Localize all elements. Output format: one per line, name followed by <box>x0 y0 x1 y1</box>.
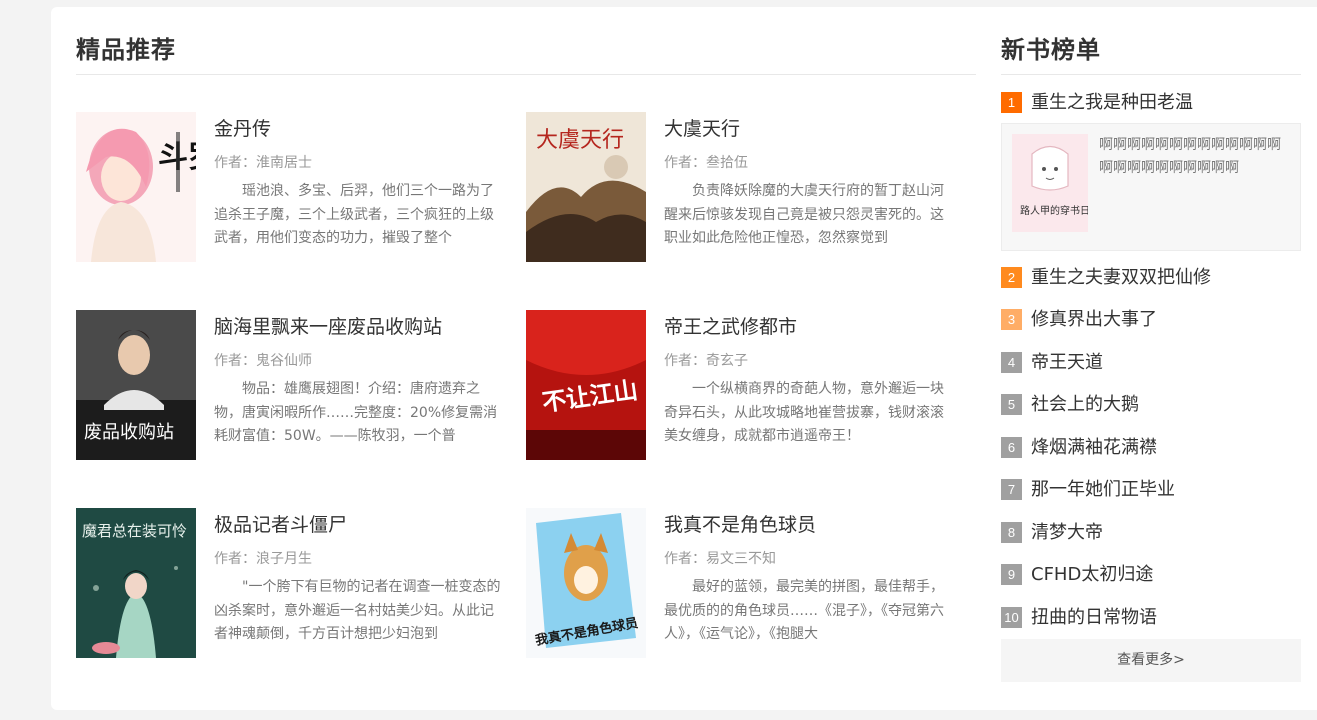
ranking-item[interactable]: 7 那一年她们正毕业 <box>1001 478 1301 502</box>
ranking-item[interactable]: 9 CFHD太初归途 <box>1001 563 1301 587</box>
ranking-item[interactable]: 8 清梦大帝 <box>1001 521 1301 545</box>
ranking-item-title[interactable]: 重生之夫妻双双把仙修 <box>1031 266 1211 290</box>
book-title[interactable]: 极品记者斗僵尸 <box>214 510 347 537</box>
book-author: 作者：鬼谷仙师 <box>214 353 312 369</box>
book-cover[interactable]: 不让江山 <box>526 310 646 460</box>
book-description: 物品：雄鹰展翅图！介绍：唐府遗弃之物，唐寅闲暇所作……完整度：20%修复需消耗财… <box>214 381 498 444</box>
book-title[interactable]: 大虞天行 <box>664 114 740 141</box>
book-author: 作者：浪子月生 <box>214 551 312 567</box>
cover-title-text: 大虞天行 <box>536 128 624 153</box>
book-card[interactable]: 废品收购站 脑海里飘来一座废品收购站 作者：鬼谷仙师 物品：雄鹰展翅图！介绍：唐… <box>76 310 506 460</box>
ranking-item-title[interactable]: 帝王天道 <box>1031 351 1103 375</box>
book-title[interactable]: 脑海里飘来一座废品收购站 <box>214 312 442 339</box>
book-cover[interactable]: 大虞天行 <box>526 112 646 262</box>
ranking-item[interactable]: 6 烽烟满袖花满襟 <box>1001 436 1301 460</box>
book-author: 作者：淮南居士 <box>214 155 312 171</box>
cover-title-text: 废品收购站 <box>84 422 174 443</box>
book-author: 作者：奇玄子 <box>664 353 748 369</box>
book-author: 作者：叁拾伍 <box>664 155 748 171</box>
book-description: 最好的蓝领，最完美的拼图，最佳帮手，最优质的的角色球员……《混子》，《夺冠第六人… <box>664 579 944 642</box>
book-card[interactable]: 不让江山 帝王之武修都市 作者：奇玄子 一个纵横商界的奇葩人物，意外邂逅一块奇异… <box>526 310 956 460</box>
ranking-item-title[interactable]: 修真界出大事了 <box>1031 308 1157 332</box>
book-description: "一个胯下有巨物的记者在调查一桩变态的凶杀案时，意外邂逅一名村姑美少妇。从此记者… <box>214 579 501 642</box>
cover-title-text: 魔君总在装可怜 <box>82 522 187 540</box>
ranking-item[interactable]: 1 重生之我是种田老温 <box>1001 91 1301 115</box>
featured-book-description: 啊啊啊啊啊啊啊啊啊啊啊啊啊啊啊啊啊啊啊啊啊啊啊 <box>1099 137 1281 176</box>
rank-number-badge: 1 <box>1001 92 1022 113</box>
book-card[interactable]: 大虞天行 大虞天行 作者：叁拾伍 负责降妖除魔的大虞天行府的暂丁赵山河醒来后惊骇… <box>526 112 956 262</box>
recommend-title: 精品推荐 <box>76 36 176 64</box>
ranking-item-title[interactable]: 烽烟满袖花满襟 <box>1031 436 1157 460</box>
rank-number-badge: 7 <box>1001 479 1022 500</box>
rank-number-badge: 10 <box>1001 607 1022 628</box>
ranking-item[interactable]: 4 帝王天道 <box>1001 351 1301 375</box>
ranking-item-title[interactable]: 那一年她们正毕业 <box>1031 478 1175 502</box>
view-more-button[interactable]: 查看更多> <box>1001 639 1301 682</box>
ranking-item[interactable]: 2 重生之夫妻双双把仙修 <box>1001 266 1301 290</box>
book-card[interactable]: 我真不是角色球员 我真不是角色球员 作者：易文三不知 最好的蓝领，最完美的拼图，… <box>526 508 956 658</box>
book-title[interactable]: 我真不是角色球员 <box>664 510 816 537</box>
ranking-item-title[interactable]: CFHD太初归途 <box>1031 563 1153 587</box>
book-title[interactable]: 金丹传 <box>214 114 271 141</box>
featured-book-cover[interactable]: 路人甲的穿书日常 <box>1012 134 1088 232</box>
rank-number-badge: 2 <box>1001 267 1022 288</box>
ranking-item[interactable]: 10 扭曲的日常物语 <box>1001 606 1301 630</box>
ranking-title: 新书榜单 <box>1001 36 1101 64</box>
book-title[interactable]: 帝王之武修都市 <box>664 312 797 339</box>
ranking-item-title[interactable]: 重生之我是种田老温 <box>1031 91 1193 115</box>
book-cover[interactable]: 魔君总在装可怜 <box>76 508 196 658</box>
recommend-divider <box>76 74 976 75</box>
ranking-item-title[interactable]: 扭曲的日常物语 <box>1031 606 1157 630</box>
book-cover[interactable]: 废品收购站 <box>76 310 196 460</box>
book-description: 瑶池浪、多宝、后羿，他们三个一路为了追杀王子魔，三个上级武者，三个疯狂的上级武者… <box>214 183 494 246</box>
ranking-item[interactable]: 3 修真界出大事了 <box>1001 308 1301 332</box>
ranking-item-title[interactable]: 社会上的大鹅 <box>1031 393 1139 417</box>
book-description: 负责降妖除魔的大虞天行府的暂丁赵山河醒来后惊骇发现自己竟是被只怨灵害死的。这职业… <box>664 183 944 246</box>
book-cover[interactable]: 斗罗 <box>76 112 196 262</box>
book-cover[interactable]: 我真不是角色球员 <box>526 508 646 658</box>
ranking-item-title[interactable]: 清梦大帝 <box>1031 521 1103 545</box>
ranking-item[interactable]: 5 社会上的大鹅 <box>1001 393 1301 417</box>
book-card[interactable]: 魔君总在装可怜 极品记者斗僵尸 作者：浪子月生 "一个胯下有巨物的记者在调查一桩… <box>76 508 506 658</box>
rank-number-badge: 9 <box>1001 564 1022 585</box>
featured-book[interactable]: 路人甲的穿书日常 啊啊啊啊啊啊啊啊啊啊啊啊啊啊啊啊啊啊啊啊啊啊啊 <box>1001 123 1301 251</box>
rank-number-badge: 5 <box>1001 394 1022 415</box>
rank-number-badge: 6 <box>1001 437 1022 458</box>
book-description: 一个纵横商界的奇葩人物，意外邂逅一块奇异石头，从此攻城略地崔营拔寨，钱财滚滚美女… <box>664 381 944 444</box>
rank-number-badge: 8 <box>1001 522 1022 543</box>
book-card[interactable]: 斗罗 金丹传 作者：淮南居士 瑶池浪、多宝、后羿，他们三个一路为了追杀王子魔，三… <box>76 112 506 262</box>
rank-number-badge: 3 <box>1001 309 1022 330</box>
book-author: 作者：易文三不知 <box>664 551 776 567</box>
featured-cover-title-text: 路人甲的穿书日常 <box>1020 204 1088 217</box>
ranking-divider <box>1001 74 1301 75</box>
rank-number-badge: 4 <box>1001 352 1022 373</box>
